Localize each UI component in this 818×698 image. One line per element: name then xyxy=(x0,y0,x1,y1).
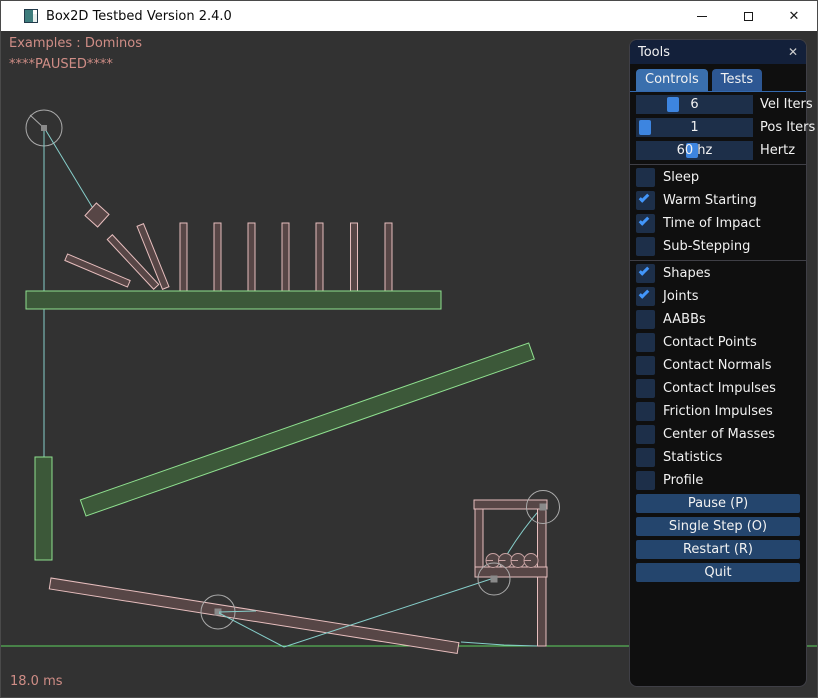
maximize-icon xyxy=(744,12,753,21)
window-title: Box2D Testbed Version 2.4.0 xyxy=(46,9,232,24)
slider-label: Hertz xyxy=(760,141,795,160)
checkbox-contact-impulses[interactable]: Contact Impulses xyxy=(636,379,800,398)
vel-iters-row: 6 Vel Iters xyxy=(636,95,800,114)
tab-controls[interactable]: Controls xyxy=(636,69,708,91)
app-window: Box2D Testbed Version 2.4.0 ✕ xyxy=(0,0,818,698)
checkbox-joints[interactable]: Joints xyxy=(636,287,800,306)
domino xyxy=(351,223,358,291)
domino xyxy=(385,223,392,291)
single-step-button[interactable]: Single Step (O) xyxy=(636,517,800,536)
checkbox-center-of-masses[interactable]: Center of Masses xyxy=(636,425,800,444)
checkbox-contact-normals[interactable]: Contact Normals xyxy=(636,356,800,375)
close-button[interactable]: ✕ xyxy=(771,1,817,31)
checkmark-icon xyxy=(639,215,650,226)
quit-button[interactable]: Quit xyxy=(636,563,800,582)
tab-bar: Controls Tests xyxy=(630,69,806,92)
checkbox-statistics[interactable]: Statistics xyxy=(636,448,800,467)
paused-label: ****PAUSED**** xyxy=(9,57,113,72)
domino xyxy=(214,223,221,291)
domino xyxy=(248,223,255,291)
checkbox-warm-starting[interactable]: Warm Starting xyxy=(636,191,800,210)
checkbox-profile[interactable]: Profile xyxy=(636,471,800,490)
domino xyxy=(316,223,323,291)
ramp xyxy=(80,343,534,516)
tools-panel: Tools ✕ Controls Tests 6 Vel Iters xyxy=(629,39,807,687)
domino xyxy=(282,223,289,291)
anchor-square xyxy=(491,576,498,583)
separator xyxy=(630,164,806,165)
checkmark-icon xyxy=(639,288,650,299)
example-label: Examples : Dominos xyxy=(9,36,142,51)
cradle-balls xyxy=(486,554,538,568)
anchor-square xyxy=(540,504,547,511)
see-saw-plank xyxy=(49,578,459,653)
pos-iters-row: 1 Pos Iters xyxy=(636,118,800,137)
minimize-icon xyxy=(697,16,707,17)
rope-joint-diagonal xyxy=(45,129,97,215)
panel-close-icon[interactable]: ✕ xyxy=(788,46,798,58)
checkmark-icon xyxy=(639,192,650,203)
tools-panel-titlebar[interactable]: Tools ✕ xyxy=(630,40,806,64)
tab-tests[interactable]: Tests xyxy=(712,69,762,91)
separator xyxy=(630,260,806,261)
checkmark-icon xyxy=(639,265,650,276)
slider-value: 1 xyxy=(636,118,753,137)
slider-label: Pos Iters xyxy=(760,118,815,137)
checkbox-shapes[interactable]: Shapes xyxy=(636,264,800,283)
maximize-button[interactable] xyxy=(725,1,771,31)
window-titlebar: Box2D Testbed Version 2.4.0 ✕ xyxy=(1,1,817,31)
checkbox-time-of-impact[interactable]: Time of Impact xyxy=(636,214,800,233)
app-icon xyxy=(24,9,38,23)
domino-platform xyxy=(26,291,441,309)
hertz-row: 60 hz Hertz xyxy=(636,141,800,160)
pos-iters-slider[interactable]: 1 xyxy=(636,118,753,137)
vertical-green-box xyxy=(35,457,52,560)
close-icon: ✕ xyxy=(789,10,800,23)
checkbox-contact-points[interactable]: Contact Points xyxy=(636,333,800,352)
slider-label: Vel Iters xyxy=(760,95,813,114)
domino xyxy=(180,223,187,291)
vel-iters-slider[interactable]: 6 xyxy=(636,95,753,114)
checkbox-aabbs[interactable]: AABBs xyxy=(636,310,800,329)
slider-value: 60 hz xyxy=(636,141,753,160)
slider-value: 6 xyxy=(636,95,753,114)
minimize-button[interactable] xyxy=(679,1,725,31)
restart-button[interactable]: Restart (R) xyxy=(636,540,800,559)
anchor-square xyxy=(41,125,47,131)
checkbox-sub-stepping[interactable]: Sub-Stepping xyxy=(636,237,800,256)
pause-button[interactable]: Pause (P) xyxy=(636,494,800,513)
checkbox-friction-impulses[interactable]: Friction Impulses xyxy=(636,402,800,421)
simulation-canvas[interactable]: Examples : Dominos ****PAUSED**** 18.0 m… xyxy=(1,31,817,698)
tools-panel-title: Tools xyxy=(638,45,670,60)
frame-time-label: 18.0 ms xyxy=(10,674,63,689)
hertz-slider[interactable]: 60 hz xyxy=(636,141,753,160)
swinging-box xyxy=(85,203,109,227)
checkbox-sleep[interactable]: Sleep xyxy=(636,168,800,187)
domino-fallen-1 xyxy=(65,254,130,287)
